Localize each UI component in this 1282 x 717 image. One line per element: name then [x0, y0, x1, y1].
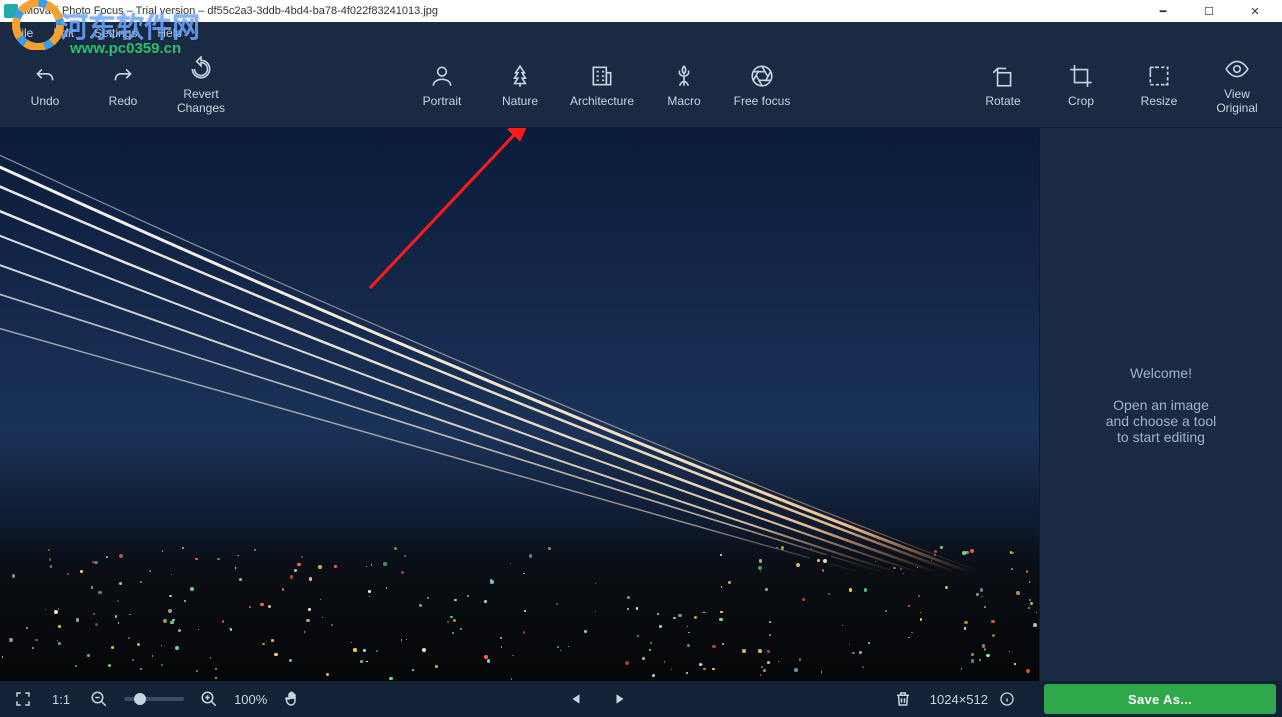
macro-icon [671, 63, 697, 89]
save-label: Save As... [1128, 692, 1192, 707]
zoom-out-icon [90, 690, 108, 708]
resize-icon [1146, 63, 1172, 89]
undo-icon [32, 63, 58, 89]
side-panel: Welcome! Open an image and choose a tool… [1040, 128, 1282, 681]
delete-button[interactable] [890, 686, 916, 712]
redo-icon [110, 63, 136, 89]
undo-label: Undo [31, 95, 60, 108]
prev-icon [569, 692, 583, 706]
welcome-heading: Welcome! [1130, 365, 1192, 381]
freefocus-label: Free focus [734, 95, 791, 108]
crop-icon [1068, 63, 1094, 89]
zoom-slider-knob[interactable] [134, 693, 146, 705]
menu-file[interactable]: File [4, 22, 43, 44]
menubar: File Edit Settings Help [0, 22, 1282, 44]
zoom-slider[interactable] [124, 697, 184, 701]
fullscreen-icon [14, 690, 32, 708]
resize-label: Resize [1141, 95, 1178, 108]
onetoone-button[interactable]: 1:1 [48, 686, 74, 712]
rotate-button[interactable]: Rotate [964, 44, 1042, 128]
image-canvas: // inline generator for city lights [0, 128, 1039, 681]
architecture-icon [589, 63, 615, 89]
redo-button[interactable]: Redo [84, 44, 162, 128]
view-original-label: View Original [1216, 88, 1257, 114]
toolbar: Undo Redo Revert Changes Portrait Nature… [0, 44, 1282, 128]
next-button[interactable] [607, 686, 633, 712]
crop-label: Crop [1068, 95, 1094, 108]
zoom-percent: 100% [234, 692, 267, 707]
dimensions-text: 1024×512 [930, 692, 988, 707]
menu-edit[interactable]: Edit [43, 22, 84, 44]
architecture-button[interactable]: Architecture [559, 44, 645, 128]
welcome-hint: Open an image and choose a tool to start… [1106, 397, 1217, 445]
onetoone-label: 1:1 [52, 692, 70, 707]
architecture-label: Architecture [570, 95, 634, 108]
menu-settings[interactable]: Settings [84, 22, 147, 44]
app-icon [4, 4, 18, 18]
bottom-bar: 1:1 100% 1024×512 Sa [0, 681, 1282, 717]
info-icon [999, 691, 1015, 707]
macro-label: Macro [667, 95, 700, 108]
nature-icon [507, 63, 533, 89]
zoom-in-icon [200, 690, 218, 708]
trash-icon [894, 690, 912, 708]
zoom-out-button[interactable] [86, 686, 112, 712]
freefocus-button[interactable]: Free focus [723, 44, 801, 128]
zoom-in-button[interactable] [196, 686, 222, 712]
revert-icon [188, 56, 214, 82]
undo-button[interactable]: Undo [6, 44, 84, 128]
menu-help[interactable]: Help [147, 22, 192, 44]
save-button[interactable]: Save As... [1044, 684, 1276, 714]
nature-label: Nature [502, 95, 538, 108]
window-titlebar: Movavi Photo Focus – Trial version – df5… [0, 0, 1282, 22]
canvas-area[interactable]: // inline generator for city lights [0, 128, 1040, 681]
fullscreen-button[interactable] [10, 686, 36, 712]
info-button[interactable] [994, 686, 1020, 712]
view-original-button[interactable]: View Original [1198, 44, 1276, 128]
revert-label: Revert Changes [177, 88, 225, 114]
rotate-label: Rotate [985, 95, 1020, 108]
resize-button[interactable]: Resize [1120, 44, 1198, 128]
aperture-icon [749, 63, 775, 89]
hand-tool-button[interactable] [279, 686, 305, 712]
close-button[interactable]: ✕ [1232, 0, 1278, 22]
crop-button[interactable]: Crop [1042, 44, 1120, 128]
next-icon [613, 692, 627, 706]
redo-label: Redo [109, 95, 138, 108]
window-title: Movavi Photo Focus – Trial version – df5… [24, 5, 1140, 17]
revert-button[interactable]: Revert Changes [162, 44, 240, 128]
minimize-button[interactable]: ━ [1140, 0, 1186, 22]
portrait-icon [429, 63, 455, 89]
maximize-button[interactable]: ☐ [1186, 0, 1232, 22]
prev-button[interactable] [563, 686, 589, 712]
macro-button[interactable]: Macro [645, 44, 723, 128]
hand-icon [283, 690, 301, 708]
portrait-button[interactable]: Portrait [403, 44, 481, 128]
eye-icon [1224, 56, 1250, 82]
nature-button[interactable]: Nature [481, 44, 559, 128]
rotate-icon [990, 63, 1016, 89]
main-area: // inline generator for city lights Welc… [0, 128, 1282, 681]
portrait-label: Portrait [423, 95, 462, 108]
